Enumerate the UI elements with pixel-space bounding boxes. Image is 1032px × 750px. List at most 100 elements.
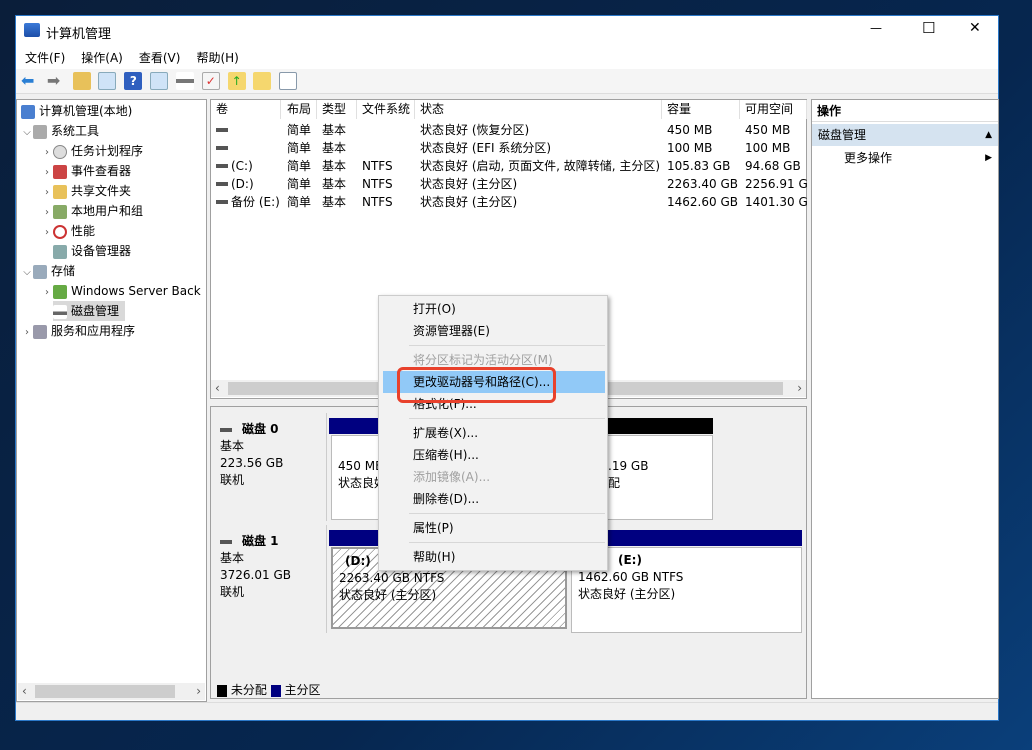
tree-item-device-manager[interactable]: 设备管理器	[53, 241, 131, 261]
menu-item-open[interactable]: 打开(O)	[383, 298, 605, 320]
tree-item-task-scheduler[interactable]: › 任务计划程序	[41, 141, 143, 161]
actions-section-disk-management[interactable]: 磁盘管理 ▲	[812, 124, 998, 146]
menu-item-extend-volume[interactable]: 扩展卷(X)...	[383, 422, 605, 444]
column-header-status[interactable]: 状态	[415, 100, 662, 119]
chevron-down-icon[interactable]: ⌵	[21, 123, 33, 143]
forward-icon[interactable]: ➡	[47, 72, 65, 90]
disk-0-status: 联机	[220, 473, 245, 487]
chevron-right-icon[interactable]: ›	[41, 203, 53, 223]
tree-item-local-users[interactable]: › 本地用户和组	[41, 201, 143, 221]
cell-volume: (C:)	[231, 159, 253, 173]
column-header-volume[interactable]: 卷	[211, 100, 281, 119]
close-button[interactable]: ✕	[969, 20, 981, 36]
scroll-left-icon[interactable]: ‹	[22, 684, 27, 698]
cell-status: 状态良好 (启动, 页面文件, 故障转储, 主分区)	[420, 159, 661, 173]
chevron-right-icon[interactable]: ›	[41, 283, 53, 303]
chevron-right-icon: ▶	[985, 153, 992, 163]
export-icon[interactable]: ↑	[227, 72, 246, 90]
menu-item-explorer[interactable]: 资源管理器(E)	[383, 320, 605, 342]
annotation-highlight-box	[397, 367, 556, 403]
volume-row[interactable]: 简单 基本 状态良好 (EFI 系统分区) 100 MB 100 MB	[211, 139, 807, 157]
more-actions[interactable]: 更多操作 ▶	[812, 147, 998, 169]
legend-primary-label: 主分区	[284, 683, 321, 697]
volume-row[interactable]: (C:) 简单 基本 NTFS 状态良好 (启动, 页面文件, 故障转储, 主分区) 10…	[211, 157, 807, 175]
menu-view[interactable]: 查看(V)	[131, 46, 189, 69]
tree-root[interactable]: 计算机管理(本地)	[21, 101, 132, 121]
show-action-pane-icon[interactable]	[150, 72, 169, 90]
menu-item-help[interactable]: 帮助(H)	[383, 546, 605, 568]
chevron-right-icon[interactable]: ›	[41, 223, 53, 243]
menu-item-properties[interactable]: 属性(P)	[383, 517, 605, 539]
chevron-down-icon[interactable]: ⌵	[21, 263, 33, 283]
disk-1-type: 基本	[220, 551, 245, 565]
properties-list-icon[interactable]	[279, 72, 298, 90]
chevron-right-icon[interactable]: ›	[21, 323, 33, 343]
scroll-right-icon[interactable]: ›	[196, 684, 201, 698]
maximize-button[interactable]: ☐	[922, 19, 935, 37]
tree-item-services-apps[interactable]: › 服务和应用程序	[21, 321, 135, 341]
back-icon[interactable]: ⬅	[21, 72, 39, 90]
tree-item-disk-management[interactable]: 磁盘管理	[53, 301, 126, 321]
tools-icon	[33, 124, 47, 139]
column-header-filesystem[interactable]: 文件系统	[357, 100, 415, 119]
disk-1-label[interactable]: 磁盘 1 基本 3726.01 GB 联机	[212, 525, 327, 633]
menu-help[interactable]: 帮助(H)	[188, 46, 246, 69]
backup-icon	[53, 284, 67, 299]
cell-layout: 简单	[287, 159, 312, 173]
connect-drive-icon[interactable]	[175, 72, 194, 90]
menu-separator	[409, 345, 605, 346]
cell-free-space: 2256.91 G	[745, 177, 807, 191]
column-header-free-space[interactable]: 可用空间	[740, 100, 807, 119]
actions-header: 操作	[812, 100, 998, 122]
tree-item-system-tools[interactable]: ⌵ 系统工具	[21, 121, 99, 141]
column-header-layout[interactable]: 布局	[282, 100, 317, 119]
cell-status: 状态良好 (主分区)	[420, 177, 518, 191]
column-header-capacity[interactable]: 容量	[662, 100, 740, 119]
disk-0-label[interactable]: 磁盘 0 基本 223.56 GB 联机	[212, 413, 327, 521]
up-folder-icon[interactable]	[72, 72, 91, 90]
menu-separator	[409, 513, 605, 514]
scroll-right-icon[interactable]: ›	[797, 381, 802, 395]
context-menu: 打开(O) 资源管理器(E) 将分区标记为活动分区(M) 更改驱动器号和路径(C…	[378, 295, 608, 571]
device-manager-icon	[53, 244, 67, 259]
show-hide-tree-icon[interactable]	[98, 72, 117, 90]
tree-item-windows-server-backup[interactable]: › Windows Server Back	[41, 281, 201, 301]
app-icon	[24, 23, 40, 37]
cell-layout: 简单	[287, 177, 312, 191]
window-title: 计算机管理	[46, 27, 112, 42]
menu-item-delete-volume[interactable]: 删除卷(D)...	[383, 488, 605, 510]
chevron-right-icon[interactable]: ›	[41, 183, 53, 203]
cell-type: 基本	[322, 177, 347, 191]
minimize-button[interactable]: —	[870, 21, 882, 35]
users-icon	[53, 204, 67, 219]
scroll-left-icon[interactable]: ‹	[215, 381, 220, 395]
menu-separator	[409, 418, 605, 419]
volume-row[interactable]: 备份 (E:) 简单 基本 NTFS 状态良好 (主分区) 1462.60 GB 1401.…	[211, 193, 807, 211]
cell-type: 基本	[322, 141, 347, 155]
cell-capacity: 2263.40 GB	[667, 177, 738, 191]
menu-action[interactable]: 操作(A)	[73, 46, 131, 69]
disk-0-size: 223.56 GB	[220, 456, 284, 470]
menu-file[interactable]: 文件(F)	[17, 46, 73, 69]
volume-row[interactable]: 简单 基本 状态良好 (恢复分区) 450 MB 450 MB	[211, 121, 807, 139]
search-folder-icon[interactable]	[253, 72, 272, 90]
tree-horizontal-scrollbar[interactable]: ‹ ›	[18, 683, 205, 700]
column-header-type[interactable]: 类型	[317, 100, 357, 119]
disk-icon	[220, 427, 232, 432]
tree-item-event-viewer[interactable]: › 事件查看器	[41, 161, 131, 181]
chevron-right-icon[interactable]: ›	[41, 143, 53, 163]
help-icon[interactable]: ?	[124, 72, 143, 90]
collapse-icon[interactable]: ▲	[985, 124, 992, 146]
tree-item-performance[interactable]: › 性能	[41, 221, 95, 241]
scrollbar-thumb[interactable]	[35, 685, 175, 698]
menu-item-shrink-volume[interactable]: 压缩卷(H)...	[383, 444, 605, 466]
tree-item-shared-folders[interactable]: › 共享文件夹	[41, 181, 131, 201]
tree-item-storage[interactable]: ⌵ 存储	[21, 261, 75, 281]
cell-filesystem: NTFS	[362, 159, 393, 173]
menu-bar: 文件(F) 操作(A) 查看(V) 帮助(H)	[16, 46, 998, 69]
checklist-icon[interactable]: ✓	[201, 72, 220, 90]
volume-row[interactable]: (D:) 简单 基本 NTFS 状态良好 (主分区) 2263.40 GB 2256.91 …	[211, 175, 807, 193]
disk-1-status: 联机	[220, 585, 245, 599]
chevron-right-icon[interactable]: ›	[41, 163, 53, 183]
volume-icon	[216, 146, 228, 150]
